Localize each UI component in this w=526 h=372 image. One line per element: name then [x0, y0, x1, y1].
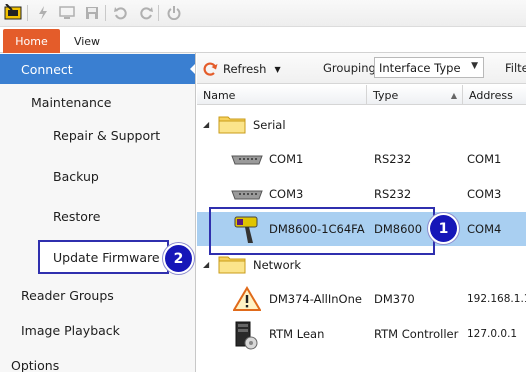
group-label: Serial: [253, 118, 286, 132]
sort-ascending-icon: ▲: [450, 90, 457, 100]
column-header-type[interactable]: Type ▲: [367, 85, 463, 105]
collapse-arrow-icon[interactable]: ◢: [203, 260, 209, 269]
device-type: RTM Controller: [374, 327, 459, 341]
device-name: RTM Lean: [269, 327, 325, 341]
nav-item-label: Repair & Support: [53, 127, 161, 143]
folder-icon: [218, 256, 246, 274]
nav-item-restore[interactable]: Restore: [0, 200, 195, 232]
nav-item-label: Image Playback: [21, 322, 120, 338]
serial-port-icon: [231, 155, 263, 165]
nav-item-label: Maintenance: [31, 94, 112, 110]
refresh-icon: [203, 62, 218, 76]
undo-icon[interactable]: [111, 3, 131, 23]
controller-icon: [235, 321, 258, 350]
callout-badge-2: 2: [165, 245, 192, 272]
warning-icon: [233, 286, 261, 311]
column-name-label: Name: [203, 88, 236, 102]
nav-item-label: Reader Groups: [21, 287, 114, 303]
group-row-serial[interactable]: ◢ Serial: [197, 108, 526, 142]
device-address: COM1: [467, 152, 502, 166]
highlight-box-selected-device: [209, 207, 435, 255]
device-name: COM1: [269, 152, 304, 166]
nav-item-label: Update Firmware: [53, 249, 160, 265]
toolbar-separator: [158, 5, 159, 21]
nav-item-image-playback[interactable]: Image Playback: [0, 314, 195, 346]
caret-down-icon[interactable]: ▼: [274, 65, 280, 74]
device-address: COM3: [467, 187, 502, 201]
grouping-value: Interface Type: [379, 60, 461, 75]
nav-item-options[interactable]: Options: [0, 349, 195, 372]
refresh-button[interactable]: Refresh ▼: [203, 59, 281, 79]
folder-icon: [218, 116, 246, 134]
tab-home[interactable]: Home: [3, 29, 60, 53]
table-row[interactable]: COM1 RS232 COM1: [197, 142, 526, 176]
nav-item-label: Connect: [21, 61, 73, 77]
nav-item-reader-groups[interactable]: Reader Groups: [0, 279, 195, 311]
nav-item-label: Backup: [53, 168, 99, 184]
flash-icon[interactable]: [33, 3, 53, 23]
callout-badge-1: 1: [430, 215, 457, 242]
device-type: DM370: [374, 292, 415, 306]
device-address: 127.0.0.1: [467, 328, 518, 340]
tab-view[interactable]: View: [62, 29, 112, 53]
device-type: RS232: [374, 152, 412, 166]
navigation-pane: Connect Maintenance Repair & Support Bac…: [0, 53, 196, 372]
nav-item-repair-support[interactable]: Repair & Support: [0, 119, 195, 151]
toolbar-separator: [27, 5, 28, 21]
app-logo-icon[interactable]: [3, 3, 23, 23]
device-address: 192.168.1.10: [467, 293, 526, 305]
column-address-label: Address: [469, 88, 513, 102]
ribbon-tab-bar: Home View: [0, 27, 526, 53]
table-row[interactable]: RTM Lean RTM Controller 127.0.0.1: [197, 317, 526, 351]
column-type-label: Type: [373, 88, 399, 102]
collapse-arrow-icon[interactable]: ◢: [203, 120, 209, 129]
serial-port-icon: [231, 190, 263, 200]
quick-access-toolbar: [0, 0, 526, 27]
column-header-address[interactable]: Address: [463, 85, 526, 105]
table-row[interactable]: DM374-AllInOne DM370 192.168.1.10: [197, 282, 526, 316]
grouping-label: Grouping: [323, 61, 376, 75]
filter-label: Filte: [505, 61, 526, 75]
grouping-select[interactable]: Interface Type ▼: [374, 57, 484, 78]
nav-item-label: Restore: [53, 208, 101, 224]
column-header: Name Type ▲ Address: [197, 85, 526, 105]
device-address: COM4: [467, 222, 502, 236]
device-name: COM3: [269, 187, 304, 201]
nav-item-label: Options: [11, 357, 60, 372]
power-icon[interactable]: [164, 3, 184, 23]
toolbar-separator: [105, 5, 106, 21]
device-type: RS232: [374, 187, 412, 201]
table-row[interactable]: COM3 RS232 COM3: [197, 177, 526, 211]
monitor-icon[interactable]: [57, 3, 77, 23]
device-toolbar: Refresh ▼ Grouping Interface Type ▼ Filt…: [197, 53, 526, 84]
reload-icon[interactable]: [136, 3, 156, 23]
nav-item-connect[interactable]: Connect: [0, 54, 195, 84]
device-name: DM374-AllInOne: [269, 292, 362, 306]
column-header-name[interactable]: Name: [197, 85, 367, 105]
save-icon[interactable]: [82, 3, 102, 23]
refresh-label: Refresh: [223, 62, 267, 76]
nav-item-backup[interactable]: Backup: [0, 160, 195, 192]
chevron-down-icon: ▼: [471, 61, 478, 71]
nav-item-maintenance[interactable]: Maintenance: [0, 86, 195, 118]
